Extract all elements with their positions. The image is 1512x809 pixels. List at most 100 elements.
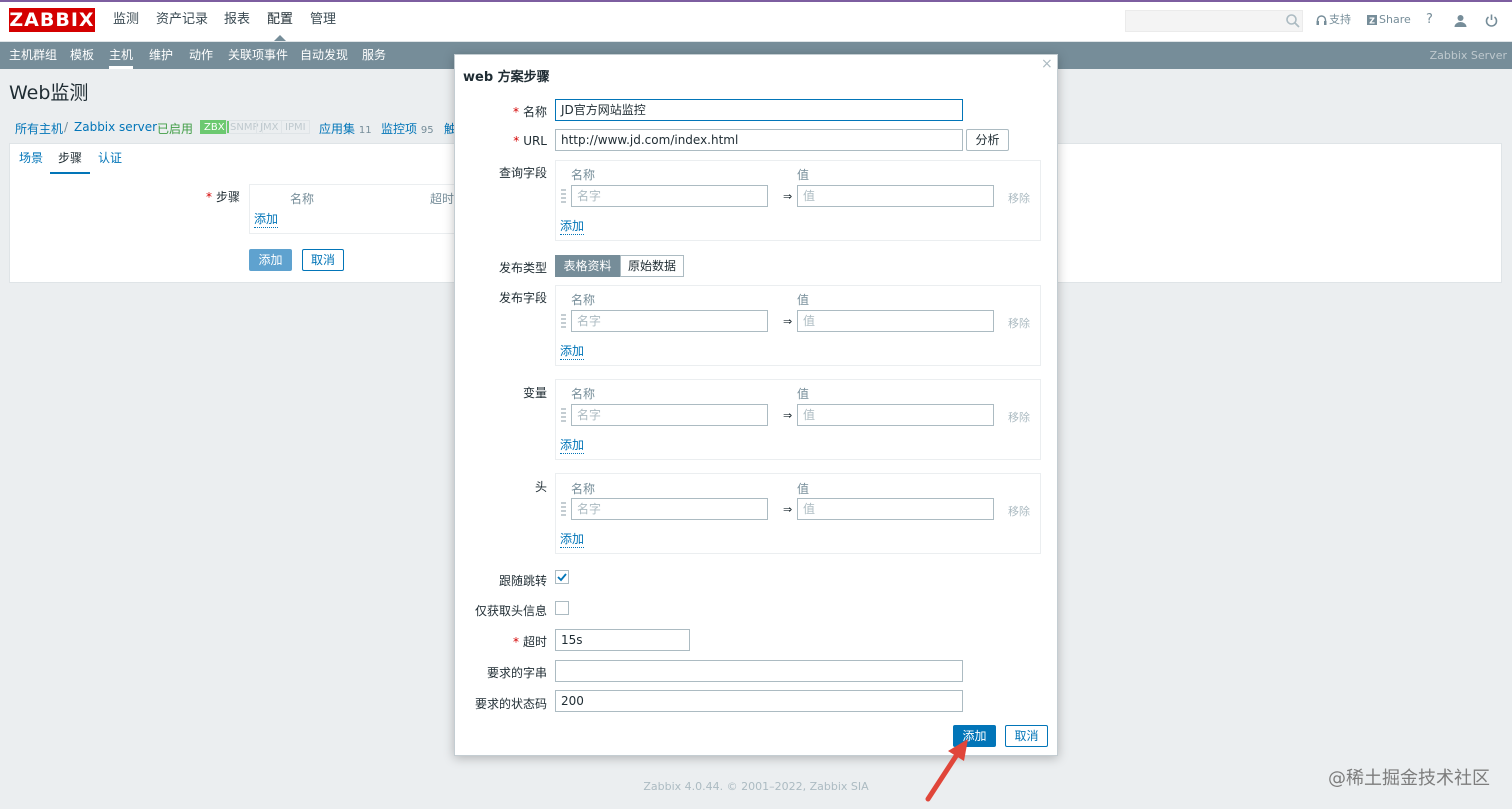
steps-col-timeout: 超时 bbox=[430, 192, 455, 206]
query-fields-label: 查询字段 bbox=[498, 166, 547, 180]
signout-icon[interactable] bbox=[1485, 14, 1498, 27]
submenu-services[interactable]: 服务 bbox=[362, 42, 386, 69]
url-label-text: URL bbox=[523, 134, 547, 148]
timeout-label-text: 超时 bbox=[522, 635, 547, 649]
post-fields-label: 发布字段 bbox=[498, 291, 547, 305]
breadcrumb-applications[interactable]: 应用集 11 bbox=[319, 120, 372, 137]
query-name-input[interactable]: 名字 bbox=[571, 185, 768, 207]
variables-label: 变量 bbox=[522, 386, 547, 400]
ipmi-availability-badge: IPMI bbox=[281, 120, 310, 134]
post-type-form-data[interactable]: 表格资料 bbox=[555, 255, 620, 277]
required-marker: * bbox=[205, 190, 212, 204]
post-name-input[interactable]: 名字 bbox=[571, 310, 768, 332]
hdr-remove-link[interactable]: 移除 bbox=[1008, 503, 1030, 519]
parse-button[interactable]: 分析 bbox=[966, 129, 1009, 151]
menu-administration[interactable]: 管理 bbox=[310, 0, 336, 40]
arrow-equals-icon: ⇒ bbox=[783, 503, 793, 516]
hdr-col-value: 值 bbox=[797, 482, 810, 496]
steps-label-text: 步骤 bbox=[215, 190, 240, 204]
items-count: 95 bbox=[420, 125, 434, 136]
post-type-raw-data[interactable]: 原始数据 bbox=[620, 255, 684, 277]
submenu-templates[interactable]: 模板 bbox=[70, 42, 94, 69]
submenu-actions[interactable]: 动作 bbox=[189, 42, 213, 69]
status-codes-input[interactable]: 200 bbox=[555, 690, 963, 712]
query-value-input[interactable]: 值 bbox=[797, 185, 994, 207]
help-icon[interactable]: ? bbox=[1426, 0, 1433, 40]
dialog-title: web 方案步骤 bbox=[463, 70, 550, 85]
query-col-name: 名称 bbox=[571, 168, 596, 182]
close-icon[interactable]: × bbox=[1041, 56, 1053, 72]
headers-only-label: 仅获取头信息 bbox=[474, 604, 547, 618]
required-marker: * bbox=[513, 134, 520, 148]
headset-icon bbox=[1316, 15, 1327, 25]
zabbix-logo[interactable]: ZABBIX bbox=[9, 8, 95, 32]
name-input[interactable]: JD官方网站监控 bbox=[555, 99, 963, 121]
drag-handle-icon[interactable] bbox=[561, 314, 566, 328]
tab-steps[interactable]: 步骤 bbox=[50, 149, 91, 174]
url-input[interactable]: http://www.jd.com/index.html bbox=[555, 129, 963, 151]
items-label: 监控项 bbox=[381, 122, 418, 136]
drag-handle-icon[interactable] bbox=[561, 502, 566, 516]
share-icon: Z bbox=[1367, 15, 1377, 25]
headers-only-checkbox[interactable] bbox=[555, 601, 569, 615]
query-add-link[interactable]: 添加 bbox=[560, 217, 585, 235]
search-input[interactable] bbox=[1125, 10, 1303, 32]
share-link[interactable]: Share bbox=[1379, 0, 1411, 40]
support-link[interactable]: 支持 bbox=[1329, 0, 1351, 40]
submenu-hosts[interactable]: 主机 bbox=[109, 42, 134, 69]
add-step-link[interactable]: 添加 bbox=[254, 210, 279, 228]
zbx-availability-badge: ZBX bbox=[200, 120, 229, 134]
annotation-arrow-icon bbox=[925, 739, 968, 802]
status-codes-label: 要求的状态码 bbox=[474, 697, 547, 711]
search-icon[interactable] bbox=[1285, 13, 1301, 29]
arrow-equals-icon: ⇒ bbox=[783, 315, 793, 328]
required-marker: * bbox=[512, 105, 519, 119]
submenu-maintenance[interactable]: 维护 bbox=[149, 42, 173, 69]
tab-authentication[interactable]: 认证 bbox=[98, 149, 122, 166]
arrow-equals-icon: ⇒ bbox=[783, 409, 793, 422]
applications-count: 11 bbox=[358, 125, 372, 136]
drag-handle-icon[interactable] bbox=[561, 408, 566, 422]
var-value-input[interactable]: 值 bbox=[797, 404, 994, 426]
timeout-input[interactable]: 15s bbox=[555, 629, 690, 651]
var-remove-link[interactable]: 移除 bbox=[1008, 409, 1030, 425]
post-col-name: 名称 bbox=[571, 293, 596, 307]
breadcrumb-host[interactable]: Zabbix server bbox=[74, 120, 157, 134]
watermark: @稀土掘金技术社区 bbox=[1328, 768, 1490, 789]
var-add-link[interactable]: 添加 bbox=[560, 436, 585, 454]
selected-menu-caret bbox=[274, 35, 286, 41]
menu-monitoring[interactable]: 监测 bbox=[113, 0, 139, 40]
drag-handle-icon[interactable] bbox=[561, 189, 566, 203]
breadcrumb-all-hosts[interactable]: 所有主机 bbox=[15, 120, 63, 137]
menu-inventory[interactable]: 资产记录 bbox=[156, 0, 208, 40]
required-marker: * bbox=[512, 635, 519, 649]
menu-reports[interactable]: 报表 bbox=[224, 0, 250, 40]
url-label: * URL bbox=[447, 134, 547, 148]
menu-configuration[interactable]: 配置 bbox=[267, 0, 293, 40]
post-value-input[interactable]: 值 bbox=[797, 310, 994, 332]
cancel-step-button[interactable]: 取消 bbox=[1005, 725, 1048, 747]
footer: Zabbix 4.0.44. © 2001–2022, Zabbix SIA bbox=[643, 780, 869, 793]
submenu-event-correlation[interactable]: 关联项事件 bbox=[228, 42, 288, 69]
follow-redirects-label: 跟随跳转 bbox=[498, 574, 547, 588]
post-add-link[interactable]: 添加 bbox=[560, 342, 585, 360]
post-col-value: 值 bbox=[797, 293, 810, 307]
query-remove-link[interactable]: 移除 bbox=[1008, 190, 1030, 206]
cancel-scenario-button[interactable]: 取消 bbox=[302, 249, 344, 271]
follow-redirects-checkbox[interactable] bbox=[555, 570, 569, 584]
submenu-discovery[interactable]: 自动发现 bbox=[300, 42, 348, 69]
var-col-value: 值 bbox=[797, 387, 810, 401]
hdr-value-input[interactable]: 值 bbox=[797, 498, 994, 520]
hdr-name-input[interactable]: 名字 bbox=[571, 498, 768, 520]
add-scenario-button[interactable]: 添加 bbox=[249, 249, 292, 271]
user-profile-icon[interactable] bbox=[1454, 14, 1467, 27]
var-name-input[interactable]: 名字 bbox=[571, 404, 768, 426]
name-label: * 名称 bbox=[447, 103, 547, 120]
host-enabled-status: 已启用 bbox=[157, 122, 194, 136]
post-remove-link[interactable]: 移除 bbox=[1008, 315, 1030, 331]
tab-scenario[interactable]: 场景 bbox=[19, 149, 43, 166]
required-string-input[interactable] bbox=[555, 660, 963, 682]
submenu-host-groups[interactable]: 主机群组 bbox=[9, 42, 57, 69]
hdr-add-link[interactable]: 添加 bbox=[560, 530, 585, 548]
breadcrumb-items[interactable]: 监控项 95 bbox=[381, 120, 434, 137]
